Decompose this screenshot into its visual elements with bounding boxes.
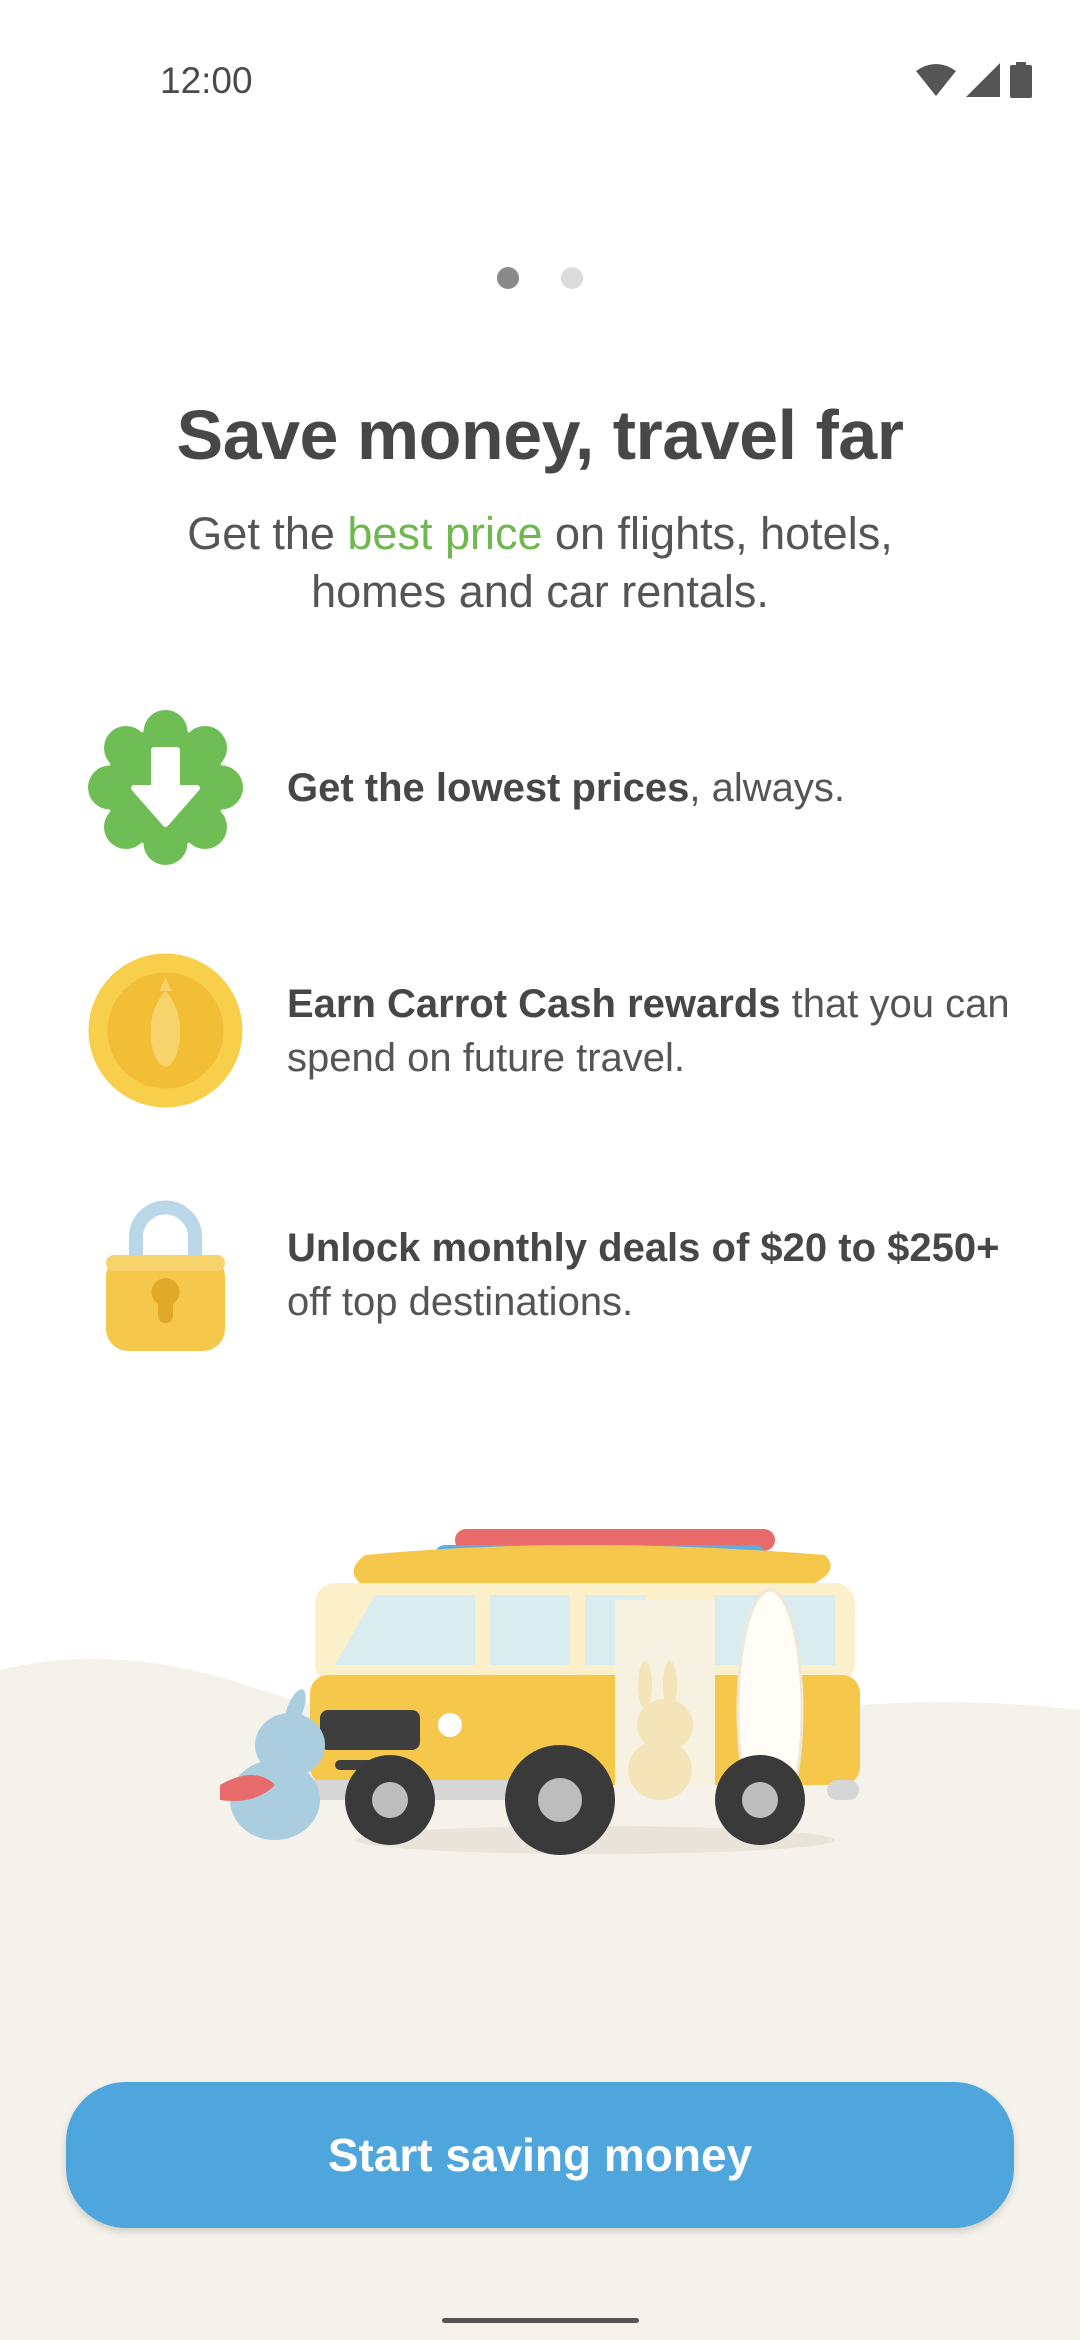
- feature-rest: , always.: [689, 765, 845, 810]
- padlock-icon: [88, 1197, 243, 1352]
- page-subtitle: Get the best price on flights, hotels, h…: [120, 505, 960, 621]
- camper-van-bunnies-illustration: [220, 1529, 860, 1855]
- subtitle-highlight: best price: [347, 508, 543, 559]
- feature-text: Get the lowest prices, always.: [287, 761, 845, 815]
- wifi-icon: [916, 64, 956, 96]
- start-saving-button[interactable]: Start saving money: [66, 2082, 1014, 2228]
- page-indicator: [0, 267, 1080, 289]
- status-bar: 12:00: [0, 0, 1080, 170]
- page-dot-1[interactable]: [497, 267, 519, 289]
- battery-icon: [1010, 62, 1032, 98]
- carrot-coin-icon: [88, 953, 243, 1108]
- cell-signal-icon: [966, 63, 1000, 97]
- page-dot-2[interactable]: [561, 267, 583, 289]
- feature-rest: off top destinations.: [287, 1279, 634, 1324]
- home-indicator[interactable]: [442, 2318, 639, 2323]
- feature-item-carrot-cash: Earn Carrot Cash rewards that you can sp…: [88, 953, 1020, 1108]
- feature-item-monthly-deals: Unlock monthly deals of $20 to $250+ off…: [88, 1197, 1020, 1352]
- feature-item-lowest-prices: Get the lowest prices, always.: [88, 710, 1020, 865]
- status-time: 12:00: [160, 60, 253, 101]
- feature-highlight: $20 to $250+: [760, 1225, 1000, 1270]
- status-icons: [916, 62, 1032, 98]
- page-title: Save money, travel far: [176, 396, 904, 474]
- feature-text: Earn Carrot Cash rewards that you can sp…: [287, 977, 1020, 1085]
- feature-bold: Get the lowest prices: [287, 765, 690, 810]
- feature-bold: Earn Carrot Cash rewards: [287, 981, 781, 1026]
- feature-text: Unlock monthly deals of $20 to $250+ off…: [287, 1221, 1020, 1329]
- feature-bold: Unlock monthly deals of: [287, 1225, 761, 1270]
- down-arrow-badge-icon: [88, 710, 243, 865]
- subtitle-prefix: Get the: [187, 508, 348, 559]
